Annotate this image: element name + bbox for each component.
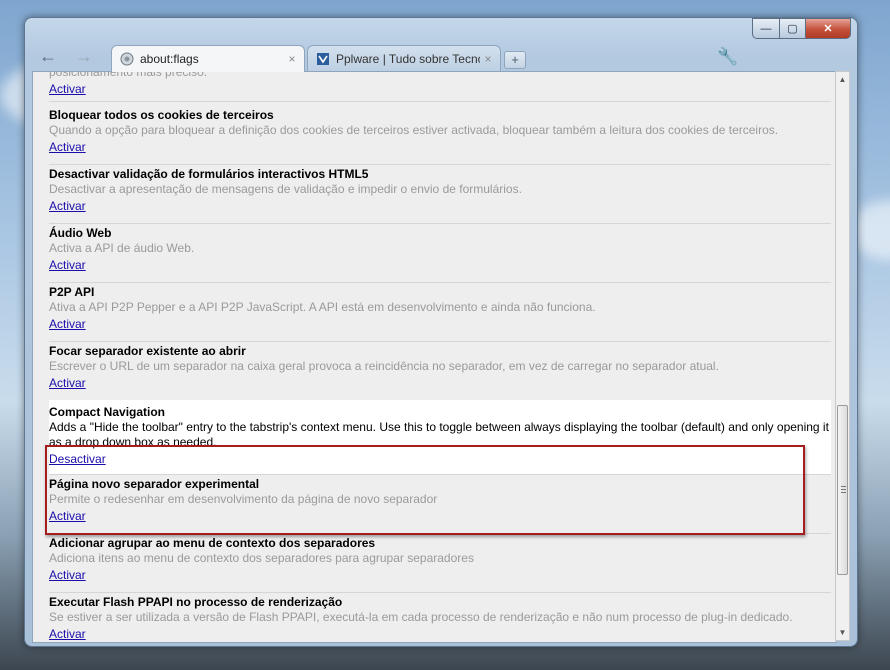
experiment-title: Adicionar agrupar ao menu de contexto do… (49, 536, 376, 550)
experiment-description: Escrever o URL de um separador na caixa … (49, 359, 719, 373)
pplware-favicon-icon (317, 53, 329, 65)
browser-window: — ▢ ✕ ← → about:flags × Pplware | Tudo s… (24, 17, 858, 647)
experiment-title: Executar Flash PPAPI no processo de rend… (49, 595, 343, 609)
experiment-description: Quando a opção para bloquear a definição… (49, 123, 779, 137)
experiment-item: Desactivar validação de formulários inte… (49, 164, 831, 224)
experiment-description: posicionamento mais preciso. (49, 71, 208, 79)
experiment-item: Adicionar agrupar ao menu de contexto do… (49, 533, 831, 593)
page-icon (120, 52, 134, 66)
tab-pplware[interactable]: Pplware | Tudo sobre Tecnologia × (307, 45, 501, 72)
enable-link[interactable]: Activar (49, 627, 86, 642)
highlight-annotation (45, 445, 805, 535)
close-tab-icon[interactable]: × (284, 52, 300, 66)
new-tab-button[interactable]: + (504, 51, 526, 69)
experiment-title: Áudio Web (49, 226, 112, 240)
forward-arrow-icon: → (75, 45, 93, 66)
forward-button[interactable]: → (71, 46, 97, 66)
scrollbar-thumb[interactable] (837, 405, 848, 575)
window-controls: — ▢ ✕ (752, 18, 851, 39)
scroll-up-arrow-icon[interactable]: ▲ (836, 72, 849, 87)
flags-page: posicionamento mais preciso. Activar Blo… (32, 71, 837, 643)
wrench-icon[interactable]: 🔧 (717, 47, 738, 67)
experiment-item: Áudio Web Activa a API de áudio Web. Act… (49, 223, 831, 283)
tab-about-flags[interactable]: about:flags × (111, 45, 305, 72)
experiment-partial: posicionamento mais preciso. Activar (49, 71, 831, 102)
maximize-button[interactable]: ▢ (780, 18, 806, 39)
enable-link[interactable]: Activar (49, 82, 86, 97)
experiment-item: Focar separador existente ao abrir Escre… (49, 341, 831, 401)
close-tab-icon[interactable]: × (480, 52, 496, 66)
enable-link[interactable]: Activar (49, 568, 86, 583)
experiment-description: Adiciona itens ao menu de contexto dos s… (49, 551, 474, 565)
minimize-button[interactable]: — (752, 18, 780, 39)
tab-title: about:flags (140, 52, 199, 66)
experiment-title: Bloquear todos os cookies de terceiros (49, 108, 274, 122)
experiment-item: Executar Flash PPAPI no processo de rend… (49, 592, 831, 642)
enable-link[interactable]: Activar (49, 199, 86, 214)
close-window-button[interactable]: ✕ (806, 18, 851, 39)
enable-link[interactable]: Activar (49, 376, 86, 391)
enable-link[interactable]: Activar (49, 140, 86, 155)
experiment-description: Se estiver a ser utilizada a versão de F… (49, 610, 793, 624)
vertical-scrollbar[interactable]: ▲ ▼ (835, 71, 850, 641)
back-arrow-icon: ← (39, 45, 57, 66)
experiment-title: Desactivar validação de formulários inte… (49, 167, 369, 181)
experiment-item: Bloquear todos os cookies de terceiros Q… (49, 105, 831, 165)
scroll-down-arrow-icon[interactable]: ▼ (836, 625, 849, 640)
experiment-description: Ativa a API P2P Pepper e a API P2P JavaS… (49, 300, 596, 314)
back-button[interactable]: ← (35, 46, 61, 66)
experiment-title: Focar separador existente ao abrir (49, 344, 246, 358)
enable-link[interactable]: Activar (49, 317, 86, 332)
experiment-description: Activa a API de áudio Web. (49, 241, 195, 255)
experiment-item: P2P API Ativa a API P2P Pepper e a API P… (49, 282, 831, 342)
experiment-title: P2P API (49, 285, 95, 299)
experiment-description: Desactivar a apresentação de mensagens d… (49, 182, 522, 196)
experiment-title: Compact Navigation (49, 405, 166, 419)
tab-title: Pplware | Tudo sobre Tecnologia (336, 52, 480, 66)
enable-link[interactable]: Activar (49, 258, 86, 273)
